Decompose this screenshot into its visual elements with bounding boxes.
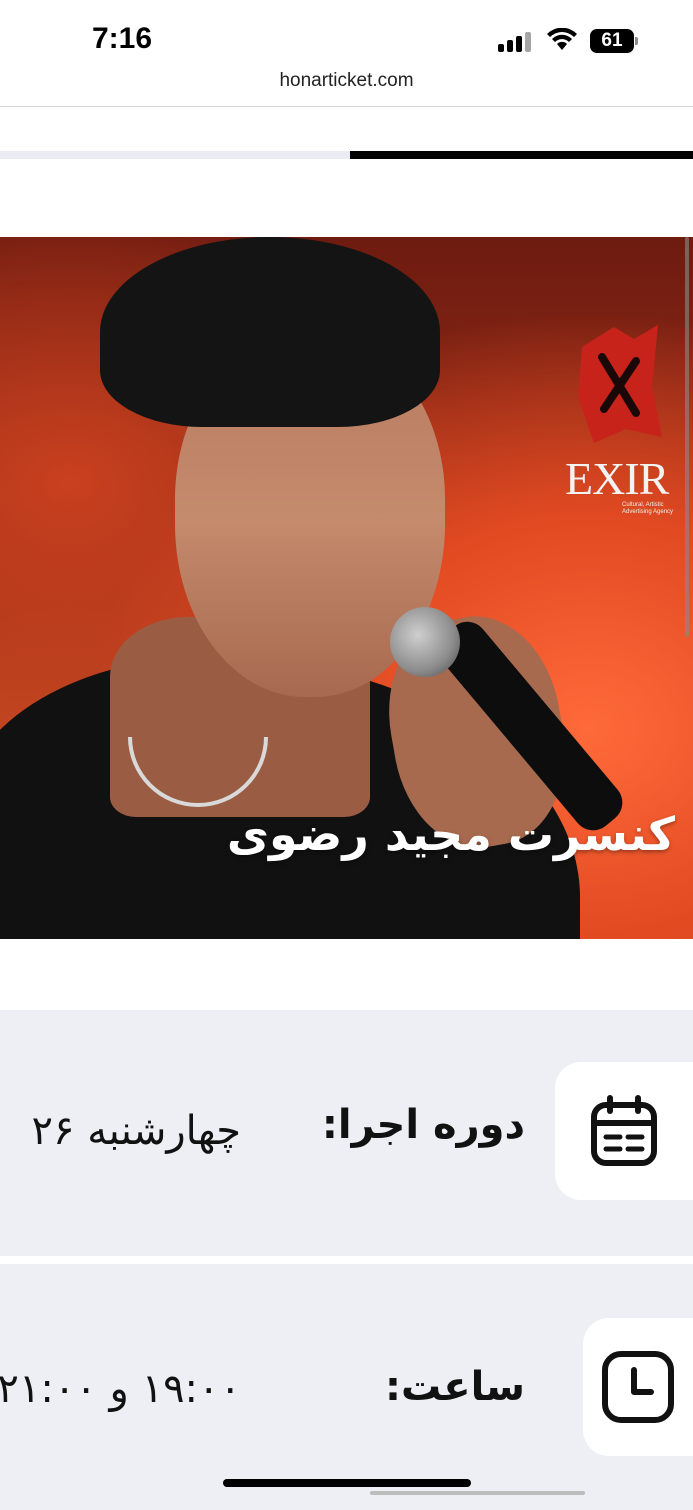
status-bar: 7:16 61 xyxy=(0,0,693,64)
microphone-icon xyxy=(390,607,460,677)
date-icon-box xyxy=(555,1062,693,1200)
event-banner[interactable]: EXIR Cultural, Artistic Advertising Agen… xyxy=(0,237,693,939)
progress-fill xyxy=(350,151,693,159)
time-row: ساعت: ۱۹:۰۰ و ۲۱:۰۰ xyxy=(0,1264,693,1510)
date-value: چهارشنبه ۲۶ xyxy=(31,1108,241,1154)
date-row: دوره اجرا: چهارشنبه ۲۶ xyxy=(0,1010,693,1256)
singer-hair xyxy=(100,237,440,427)
exir-logo: EXIR xyxy=(565,453,669,504)
home-indicator[interactable] xyxy=(223,1479,471,1487)
battery-level: 61 xyxy=(590,29,634,53)
divider xyxy=(0,106,693,107)
clock-icon xyxy=(602,1351,674,1423)
date-label: دوره اجرا: xyxy=(321,1102,525,1148)
cellular-signal-icon xyxy=(498,30,534,52)
event-title: کنسرت مجید رضوی xyxy=(226,807,675,861)
time-label: ساعت: xyxy=(384,1364,525,1410)
calendar-icon xyxy=(591,1095,657,1166)
status-time: 7:16 xyxy=(92,22,153,55)
url-bar[interactable]: honarticket.com xyxy=(0,70,693,92)
scroll-indicator xyxy=(370,1491,585,1495)
exir-logo-subtitle: Cultural, Artistic Advertising Agency xyxy=(622,502,674,515)
exir-logo-mark-icon xyxy=(578,325,662,443)
battery-icon: 61 xyxy=(590,29,638,53)
time-value: ۱۹:۰۰ و ۲۱:۰۰ xyxy=(0,1366,241,1412)
time-icon-box xyxy=(583,1318,693,1456)
scrollbar[interactable] xyxy=(685,237,689,637)
wifi-icon xyxy=(547,28,577,50)
